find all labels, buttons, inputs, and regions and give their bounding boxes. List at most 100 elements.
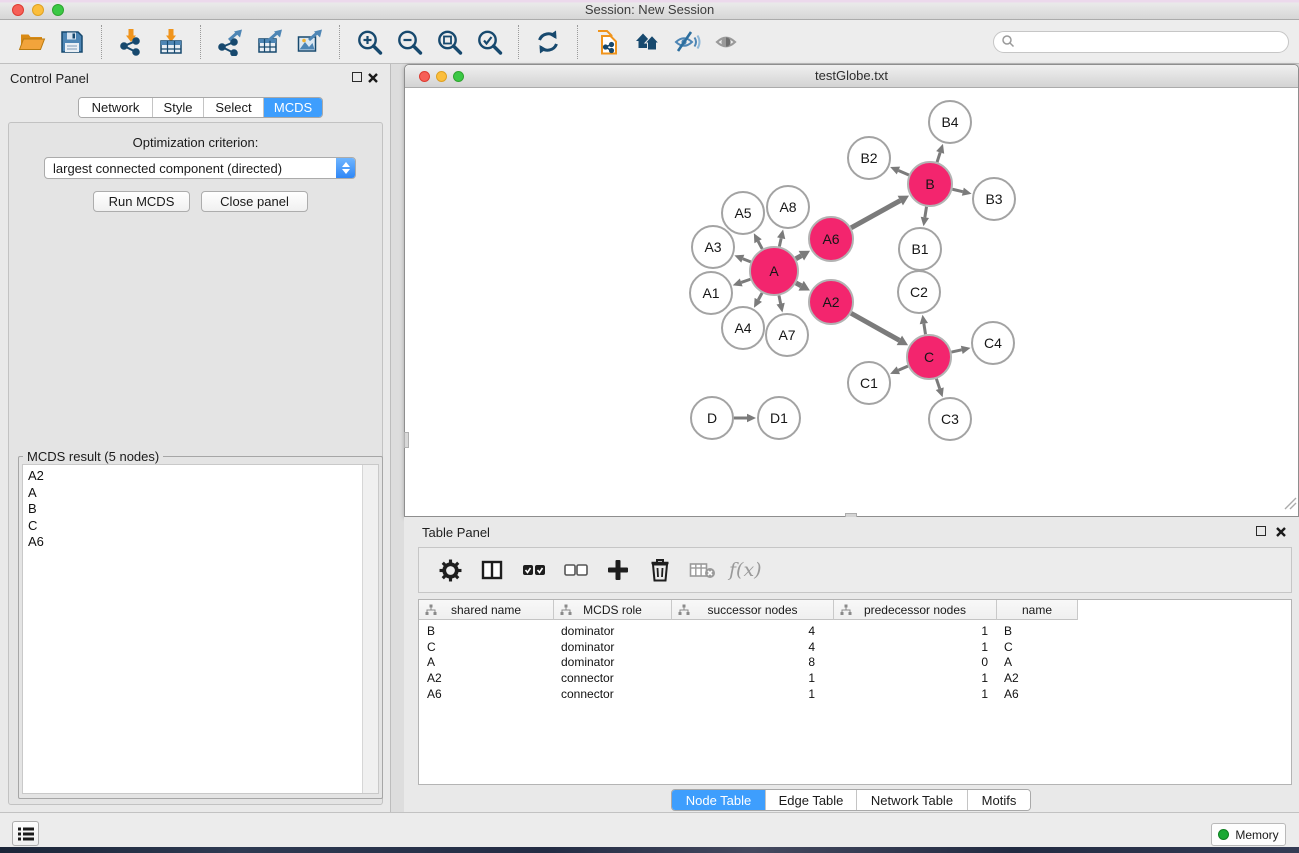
add-row-icon[interactable]: [603, 555, 633, 585]
graph-edge-A-A4[interactable]: [758, 293, 762, 300]
zoom-out-icon[interactable]: [394, 27, 424, 57]
zoom-in-icon[interactable]: [354, 27, 384, 57]
save-session-icon[interactable]: [57, 27, 87, 57]
graph-node-A7[interactable]: A7: [766, 314, 808, 356]
graph-edge-C-C4[interactable]: [951, 350, 961, 352]
tab-select[interactable]: Select: [203, 98, 263, 117]
graph-node-B4[interactable]: B4: [929, 101, 971, 143]
graph-node-A5[interactable]: A5: [722, 192, 764, 234]
delete-row-icon[interactable]: [645, 555, 675, 585]
window-resize-grip[interactable]: [1284, 497, 1297, 513]
mcds-result-item[interactable]: A2: [28, 468, 361, 485]
table-row[interactable]: A6connector11A6: [419, 687, 1291, 703]
import-network-icon[interactable]: [116, 27, 146, 57]
graph-node-B3[interactable]: B3: [973, 178, 1015, 220]
graph-edge-B-B1[interactable]: [925, 207, 927, 218]
search-box[interactable]: [993, 31, 1289, 53]
tab-network[interactable]: Network: [79, 98, 152, 117]
graph-node-C2[interactable]: C2: [898, 271, 940, 313]
close-panel-icon[interactable]: [367, 72, 379, 84]
close-table-panel-icon[interactable]: [1275, 526, 1287, 538]
graph-node-B[interactable]: B: [908, 162, 952, 206]
graph-edge-A-A2[interactable]: [796, 283, 801, 286]
graph-edge-C-C2[interactable]: [924, 324, 926, 335]
column-header-predecessor-nodes[interactable]: predecessor nodes: [833, 600, 996, 620]
graph-node-B2[interactable]: B2: [848, 137, 890, 179]
table-row[interactable]: A2connector11A2: [419, 671, 1291, 687]
mcds-list-scrollbar[interactable]: [362, 465, 378, 793]
list-icon: [17, 826, 35, 842]
float-panel-icon[interactable]: [352, 72, 362, 82]
column-header-shared-name[interactable]: shared name: [419, 600, 553, 620]
graph-edge-B-B2[interactable]: [898, 171, 908, 175]
graph-node-A6[interactable]: A6: [809, 217, 853, 261]
import-table-icon[interactable]: [156, 27, 186, 57]
graph-edge-C-C1[interactable]: [898, 366, 908, 370]
mcds-result-item[interactable]: C: [28, 518, 361, 535]
graph-node-A8[interactable]: A8: [767, 186, 809, 228]
deselect-all-rows-icon[interactable]: [561, 555, 591, 585]
close-panel-button[interactable]: Close panel: [201, 191, 308, 212]
search-input[interactable]: [1019, 35, 1288, 49]
tab-style[interactable]: Style: [152, 98, 203, 117]
graph-node-D[interactable]: D: [691, 397, 733, 439]
run-mcds-button[interactable]: Run MCDS: [93, 191, 190, 212]
column-header-MCDS-role[interactable]: MCDS role: [553, 600, 671, 620]
graph-node-A3[interactable]: A3: [692, 226, 734, 268]
column-header-name[interactable]: name: [996, 600, 1077, 620]
table-settings-gear-icon[interactable]: [435, 555, 465, 585]
network-canvas[interactable]: B4 B2 B B3 A5A8A6 B1 A3 A A1 C2 A2 A4A7 C4 C C1 C3 D D1: [405, 88, 1298, 514]
zoom-fit-icon[interactable]: [434, 27, 464, 57]
select-all-rows-icon[interactable]: [519, 555, 549, 585]
optimization-criterion-select[interactable]: largest connected component (directed): [44, 157, 356, 179]
graph-edge-A6-B[interactable]: [851, 201, 900, 228]
apply-layout-home-icon[interactable]: [632, 27, 662, 57]
graph-edge-A-A5[interactable]: [758, 241, 762, 249]
graph-node-C[interactable]: C: [907, 335, 951, 379]
graph-edge-B-B4[interactable]: [937, 152, 940, 162]
table-tab-motifs[interactable]: Motifs: [967, 790, 1030, 810]
float-table-panel-icon[interactable]: [1256, 526, 1266, 536]
graph-node-C3[interactable]: C3: [929, 398, 971, 440]
graph-edge-A-A1[interactable]: [741, 279, 750, 282]
graph-edge-A-A6[interactable]: [796, 256, 802, 259]
new-network-from-selection-icon[interactable]: [592, 27, 622, 57]
export-network-icon[interactable]: [215, 27, 245, 57]
graph-node-C1[interactable]: C1: [848, 362, 890, 404]
show-graphics-details-icon[interactable]: [712, 27, 742, 57]
column-header-successor-nodes[interactable]: successor nodes: [671, 600, 833, 620]
mcds-result-item[interactable]: A: [28, 485, 361, 502]
graph-node-A2[interactable]: A2: [809, 280, 853, 324]
task-history-button[interactable]: [12, 821, 39, 846]
table-tab-node-table[interactable]: Node Table: [672, 790, 765, 810]
graph-edge-C-C3[interactable]: [936, 379, 939, 389]
mcds-result-item[interactable]: A6: [28, 534, 361, 551]
export-image-icon[interactable]: [295, 27, 325, 57]
table-row[interactable]: Bdominator41B: [419, 624, 1291, 640]
table-row[interactable]: Cdominator41C: [419, 640, 1291, 656]
graph-node-D1[interactable]: D1: [758, 397, 800, 439]
graph-node-A1[interactable]: A1: [690, 272, 732, 314]
graph-node-C4[interactable]: C4: [972, 322, 1014, 364]
table-tab-edge-table[interactable]: Edge Table: [765, 790, 856, 810]
export-table-icon[interactable]: [255, 27, 285, 57]
table-tab-network-table[interactable]: Network Table: [856, 790, 967, 810]
graph-edge-A-A7[interactable]: [779, 295, 781, 303]
zoom-selected-icon[interactable]: [474, 27, 504, 57]
graph-edge-A-A8[interactable]: [779, 238, 781, 246]
tab-mcds[interactable]: MCDS: [263, 98, 322, 117]
graph-edge-A2-C[interactable]: [851, 313, 899, 340]
hide-graphics-details-icon[interactable]: [672, 27, 702, 57]
graph-node-A[interactable]: A: [750, 247, 798, 295]
splitter-grip[interactable]: [404, 432, 409, 448]
table-row[interactable]: Adominator80A: [419, 655, 1291, 671]
memory-button[interactable]: Memory: [1211, 823, 1286, 846]
mcds-result-item[interactable]: B: [28, 501, 361, 518]
graph-edge-B-B3[interactable]: [952, 189, 962, 191]
show-columns-icon[interactable]: [477, 555, 507, 585]
graph-node-B1[interactable]: B1: [899, 228, 941, 270]
refresh-view-icon[interactable]: [533, 27, 563, 57]
open-file-icon[interactable]: [17, 27, 47, 57]
graph-node-A4[interactable]: A4: [722, 307, 764, 349]
graph-edge-A-A3[interactable]: [743, 259, 751, 262]
